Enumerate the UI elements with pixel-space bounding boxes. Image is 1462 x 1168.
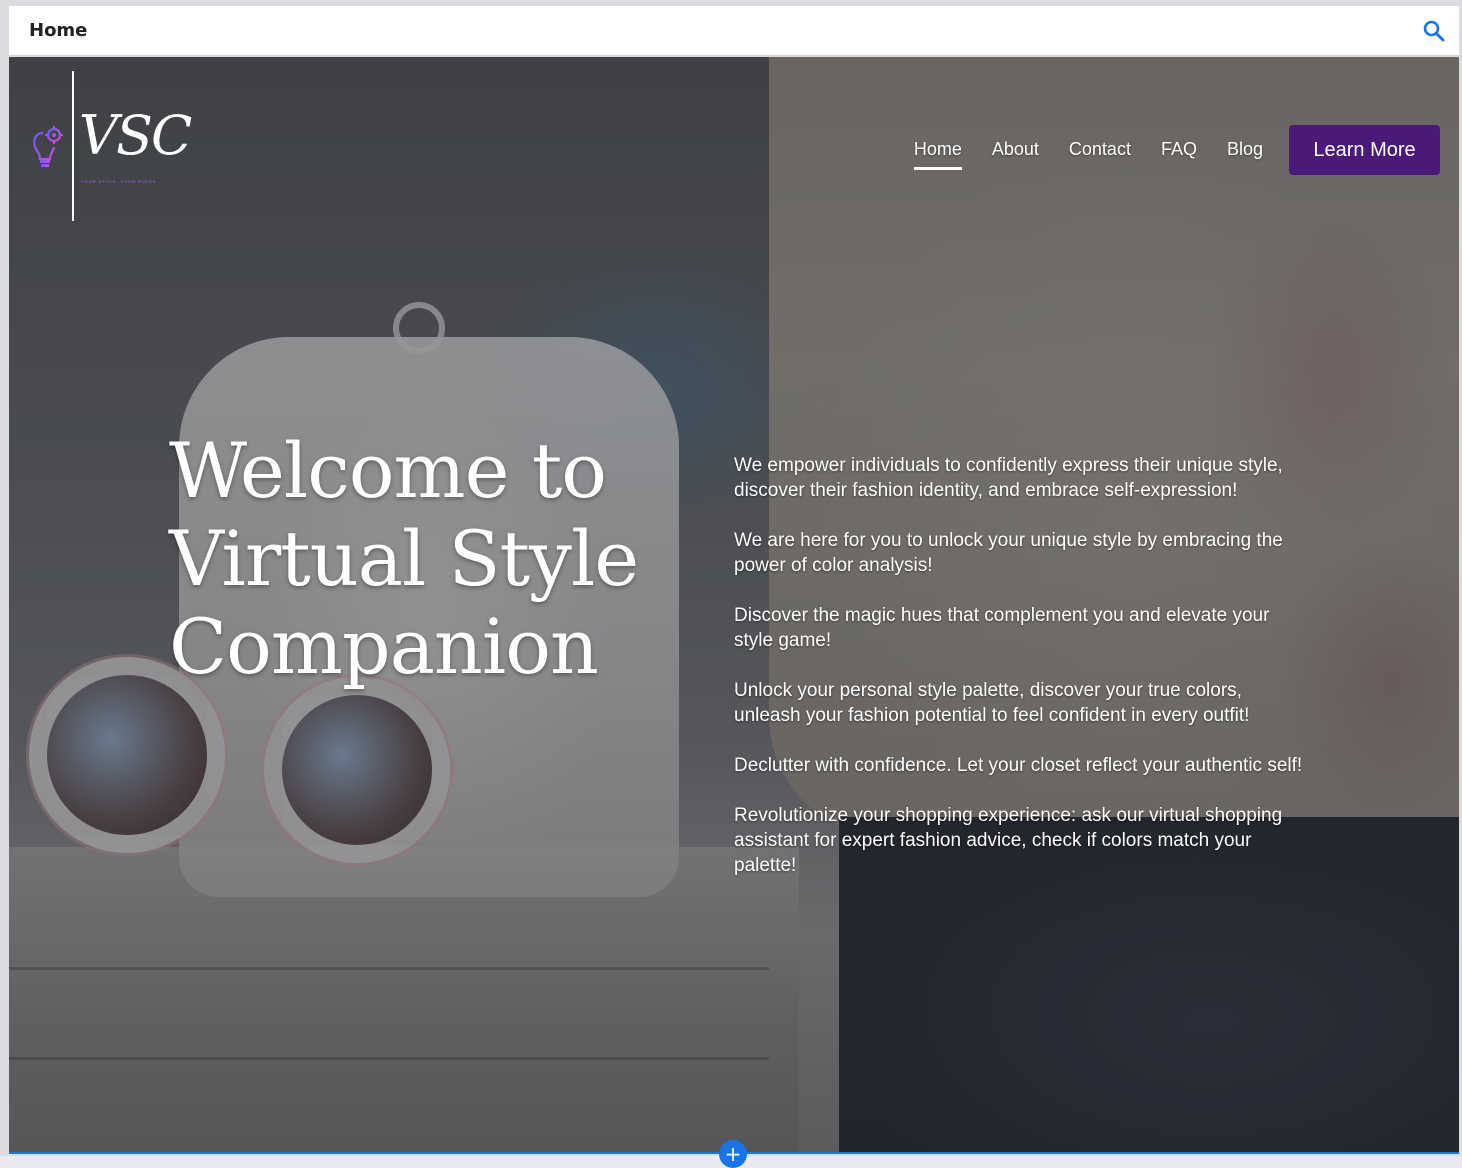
nav-item-blog[interactable]: Blog — [1227, 139, 1263, 166]
hero-paragraph: Revolutionize your shopping experience: … — [734, 805, 1283, 876]
nav-item-faq[interactable]: FAQ — [1161, 139, 1197, 166]
editor-frame: Home VSC YOUR STYLE, YOUR RULES Home Abo… — [0, 0, 1462, 1168]
learn-more-button[interactable]: Learn More — [1289, 125, 1440, 175]
hero-paragraph: We empower individuals to confidently ex… — [734, 455, 1283, 501]
logo-divider — [72, 71, 74, 221]
nav-item-about[interactable]: About — [992, 139, 1039, 166]
nav-item-contact[interactable]: Contact — [1069, 139, 1131, 166]
site-logo[interactable]: VSC YOUR STYLE, YOUR RULES — [31, 71, 192, 221]
hero-copy: We empower individuals to confidently ex… — [734, 453, 1304, 903]
logo-monogram: VSC — [79, 104, 192, 167]
search-icon[interactable] — [1421, 18, 1447, 44]
hero-paragraph: Declutter with confidence. Let your clos… — [734, 755, 1303, 776]
page-name: Home — [29, 20, 88, 41]
hero-paragraph: We are here for you to unlock your uniqu… — [734, 530, 1283, 576]
main-nav: Home About Contact FAQ Blog — [913, 139, 1263, 170]
editor-topbar: Home — [9, 6, 1459, 56]
nav-item-home[interactable]: Home — [913, 139, 962, 170]
hero-paragraph: Unlock your personal style palette, disc… — [734, 680, 1250, 726]
lightbulb-gear-icon — [33, 126, 63, 167]
hero-paragraph: Discover the magic hues that complement … — [734, 605, 1270, 651]
add-section-button[interactable]: + — [719, 1140, 747, 1168]
logo-tagline: YOUR STYLE, YOUR RULES — [81, 179, 157, 184]
hero-section: VSC YOUR STYLE, YOUR RULES Home About Co… — [9, 57, 1459, 1154]
hero-headline: Welcome to Virtual Style Companion — [169, 426, 639, 691]
